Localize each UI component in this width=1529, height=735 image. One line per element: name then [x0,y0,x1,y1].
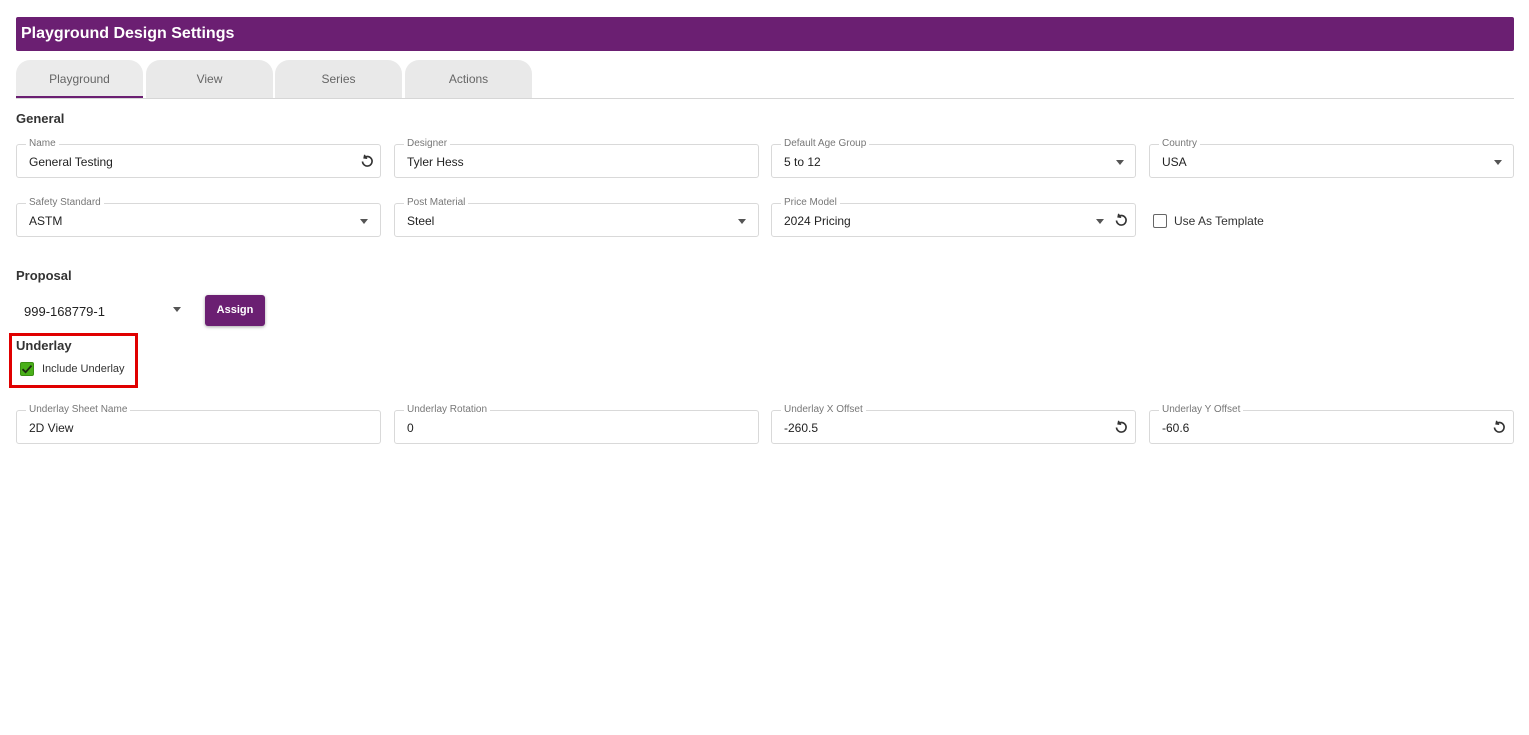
use-as-template-label: Use As Template [1174,214,1264,228]
underlay-y-offset-label: Underlay Y Offset [1159,404,1244,416]
post-material-select[interactable]: Post Material Steel [394,197,759,237]
underlay-sheet-name-field[interactable]: Underlay Sheet Name 2D View [16,404,381,444]
proposal-value: 999-168779-1 [24,304,105,319]
tab-view[interactable]: View [146,60,273,98]
name-field[interactable]: Name General Testing [16,138,381,178]
general-section-title: General [16,111,65,126]
proposal-select[interactable]: 999-168779-1 [16,295,188,325]
safety-standard-select[interactable]: Safety Standard ASTM [16,197,381,237]
underlay-sheet-name-value: 2D View [29,421,74,435]
underlay-x-offset-label: Underlay X Offset [781,404,866,416]
price-model-value: 2024 Pricing [784,214,851,228]
name-label: Name [26,138,59,150]
caret-down-icon [1116,160,1124,165]
age-group-value: 5 to 12 [784,155,821,169]
safety-standard-label: Safety Standard [26,197,104,209]
underlay-x-offset-value: -260.5 [784,421,819,435]
reset-icon[interactable] [1113,419,1129,435]
country-label: Country [1159,138,1201,150]
settings-header: Playground Design Settings [16,17,1514,51]
underlay-rotation-field[interactable]: Underlay Rotation 0 [394,404,759,444]
page-title: Playground Design Settings [21,25,235,42]
reset-icon[interactable] [359,153,375,169]
underlay-rotation-value: 0 [407,421,414,435]
reset-icon[interactable] [1491,419,1507,435]
caret-down-icon [1096,219,1104,224]
underlay-y-offset-value: -60.6 [1162,421,1190,435]
designer-label: Designer [404,138,451,150]
use-as-template-checkbox[interactable] [1153,214,1167,228]
assign-button[interactable]: Assign [205,295,265,326]
caret-down-icon [1494,160,1502,165]
underlay-x-offset-field[interactable]: Underlay X Offset -260.5 [771,404,1136,444]
age-group-label: Default Age Group [781,138,870,150]
country-select[interactable]: Country USA [1149,138,1514,178]
underlay-y-offset-field[interactable]: Underlay Y Offset -60.6 [1149,404,1514,444]
name-value: General Testing [29,155,113,169]
tab-actions[interactable]: Actions [405,60,532,98]
designer-value: Tyler Hess [407,155,464,169]
highlight-box [9,333,138,388]
post-material-value: Steel [407,214,435,228]
country-value: USA [1162,155,1187,169]
age-group-select[interactable]: Default Age Group 5 to 12 [771,138,1136,178]
caret-down-icon [360,219,368,224]
caret-down-icon [173,307,181,312]
underlay-rotation-label: Underlay Rotation [404,404,491,416]
safety-standard-value: ASTM [29,214,63,228]
tab-series[interactable]: Series [275,60,402,98]
price-model-select[interactable]: Price Model 2024 Pricing [771,197,1136,237]
post-material-label: Post Material [404,197,469,209]
price-model-label: Price Model [781,197,840,209]
tab-playground[interactable]: Playground [16,60,143,98]
tab-bar: Playground View Series Actions [16,60,1514,99]
designer-field[interactable]: Designer Tyler Hess [394,138,759,178]
caret-down-icon [738,219,746,224]
reset-icon[interactable] [1113,212,1129,228]
underlay-sheet-name-label: Underlay Sheet Name [26,404,131,416]
proposal-section-title: Proposal [16,268,72,283]
